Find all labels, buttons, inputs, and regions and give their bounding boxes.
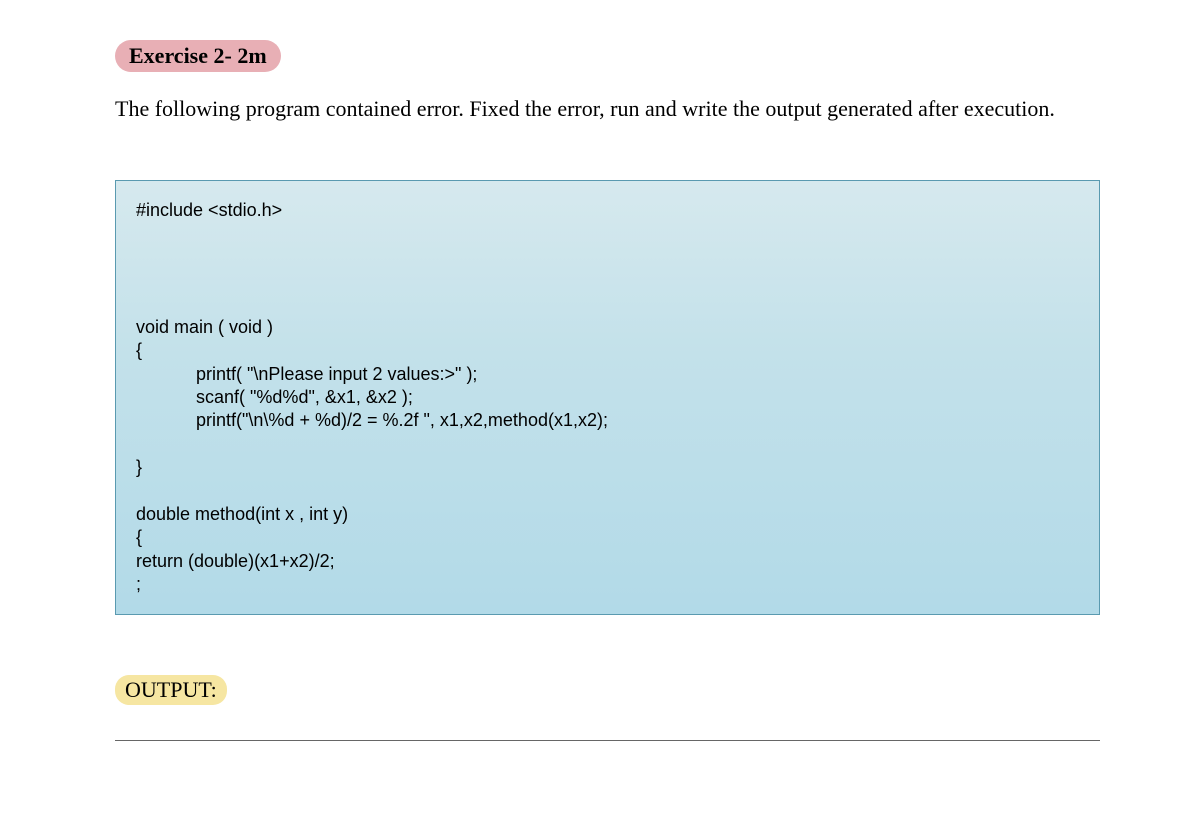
divider bbox=[115, 740, 1100, 741]
output-label-pill: OUTPUT: bbox=[115, 675, 227, 705]
instruction-paragraph: The following program contained error. F… bbox=[115, 94, 1100, 125]
code-block: #include <stdio.h> void main ( void ) { … bbox=[115, 180, 1100, 616]
output-label-text: OUTPUT: bbox=[125, 677, 217, 702]
exercise-title-pill: Exercise 2- 2m bbox=[115, 40, 281, 72]
exercise-title-text: Exercise 2- 2m bbox=[129, 43, 267, 68]
